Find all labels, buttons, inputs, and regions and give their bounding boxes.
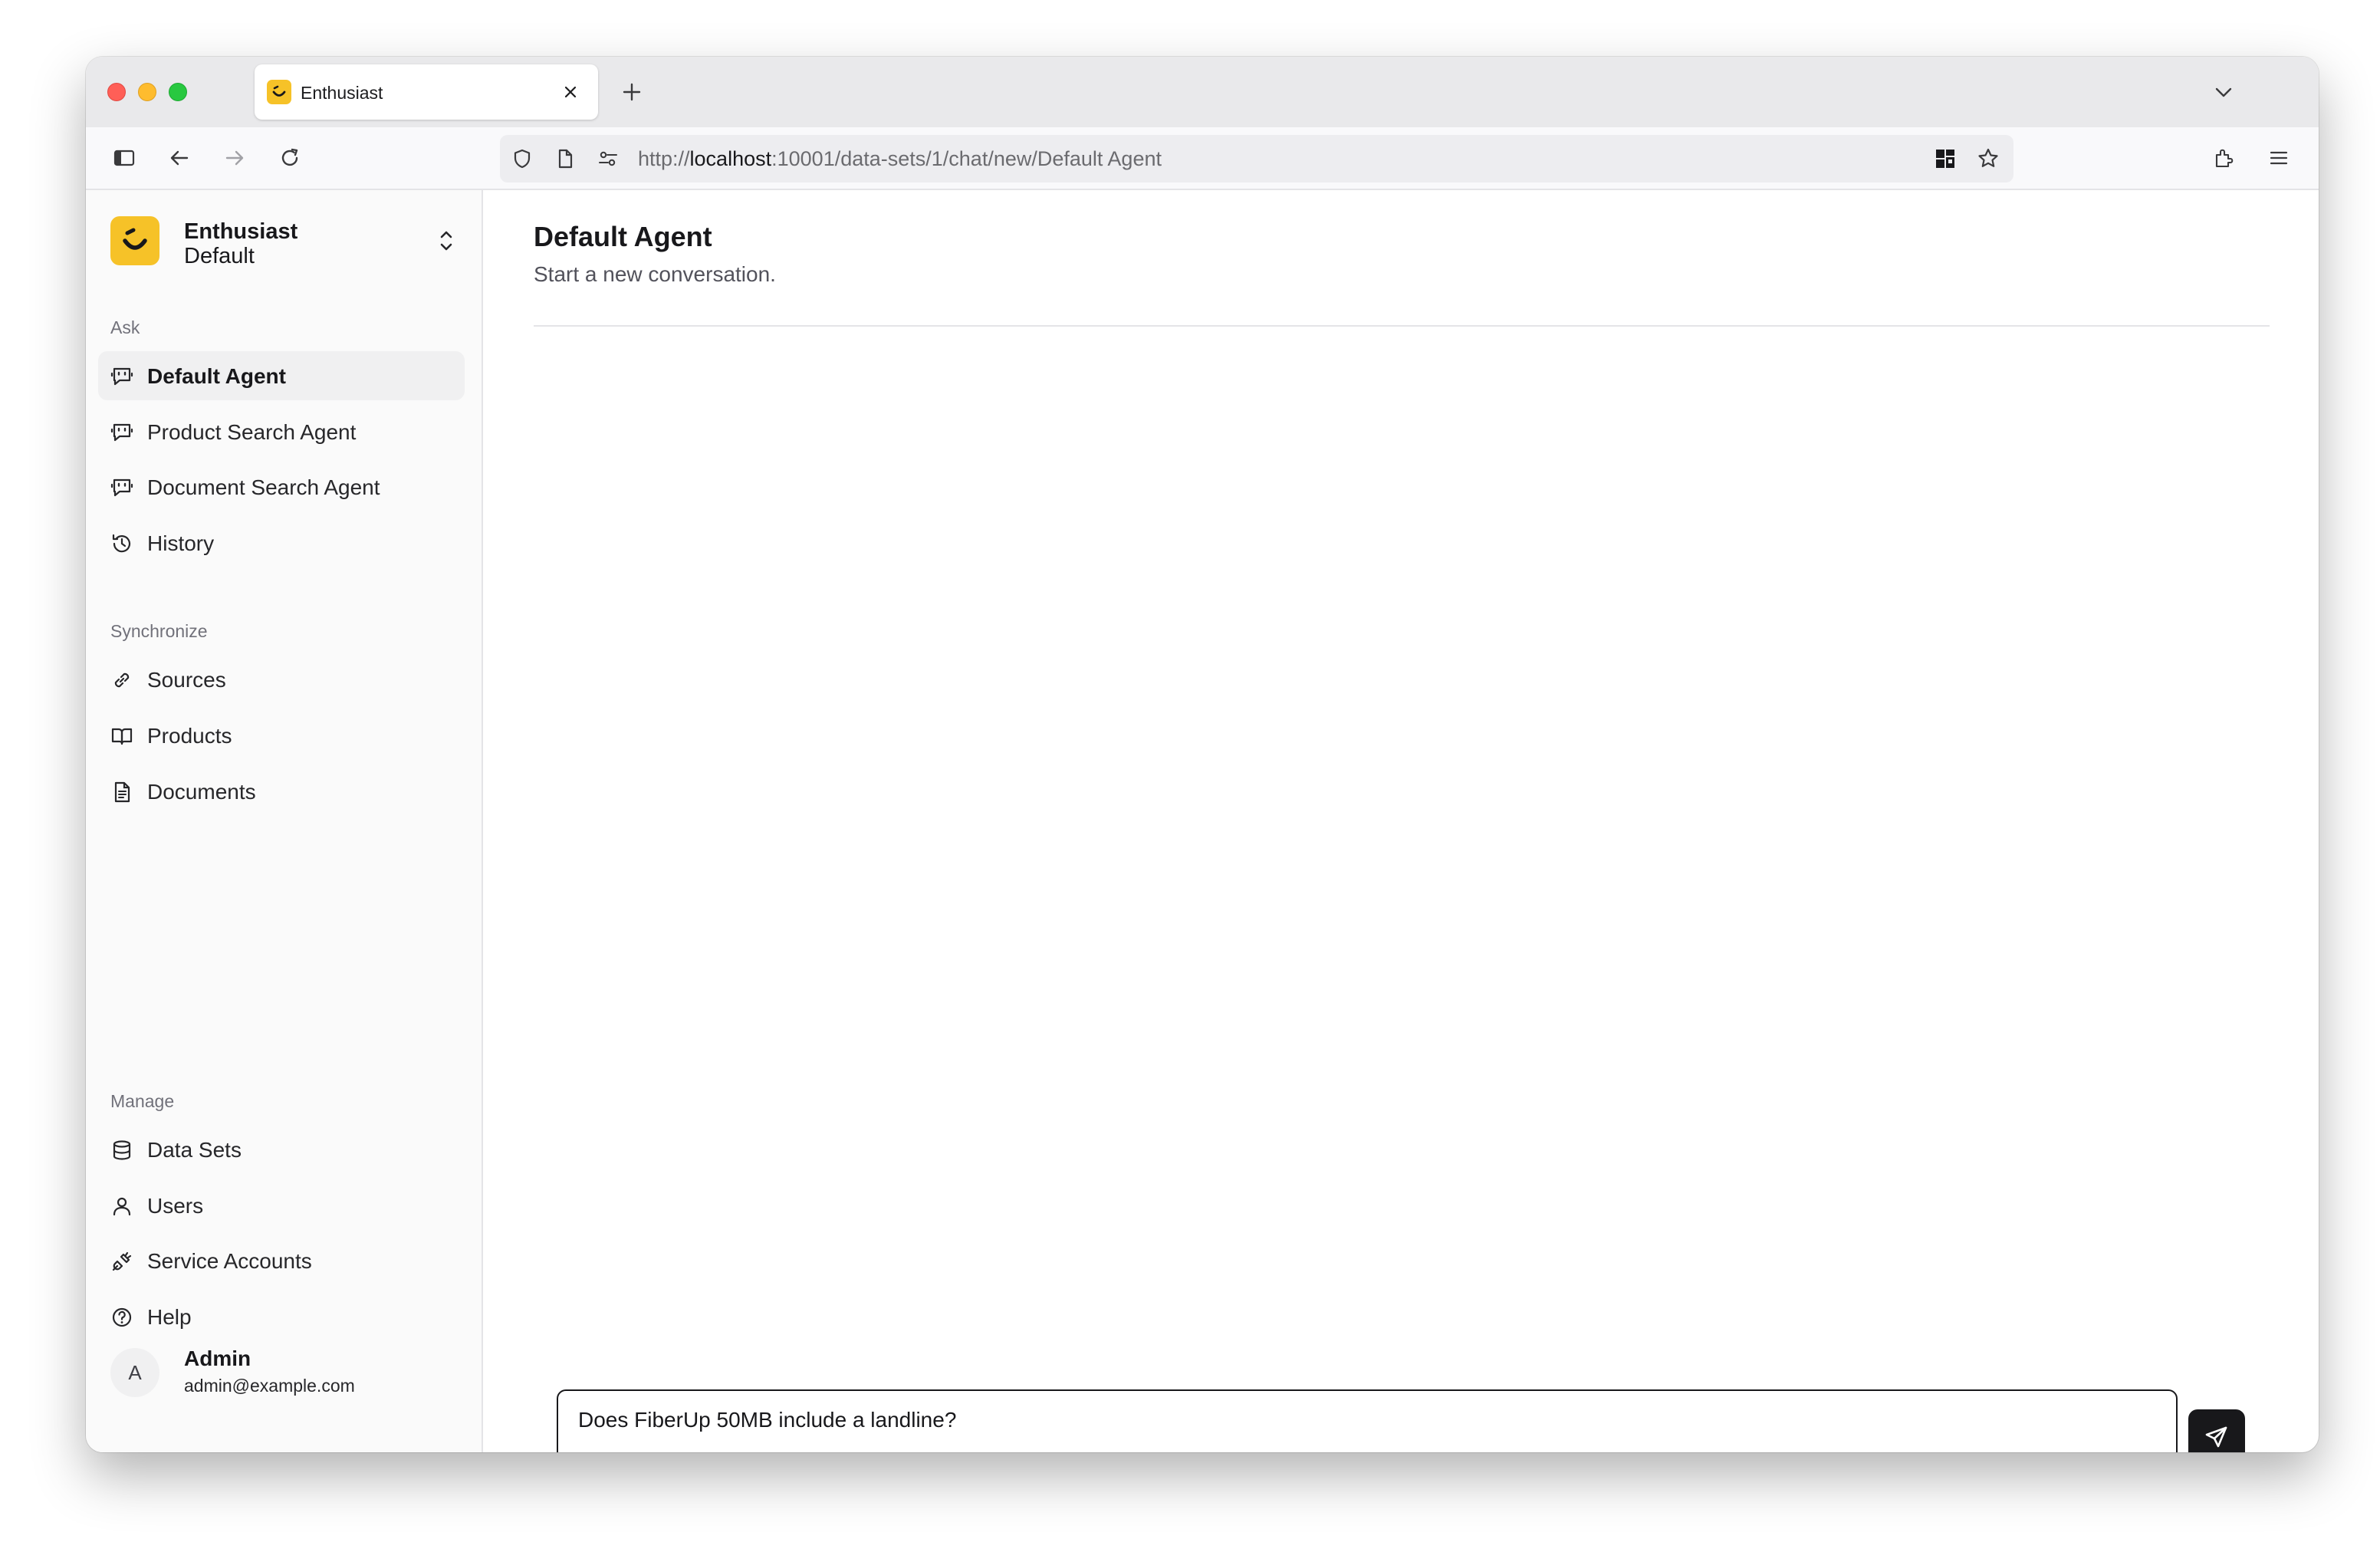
message-input[interactable]: Does FiberUp 50MB include a landline? <box>558 1391 2176 1452</box>
close-window-button[interactable] <box>107 83 126 101</box>
bookmark-star-icon[interactable] <box>1974 144 2003 173</box>
history-icon <box>110 532 133 555</box>
qr-code-icon[interactable] <box>1931 144 1960 173</box>
reload-icon[interactable] <box>270 138 310 178</box>
main-content: Default Agent Start a new conversation. … <box>483 190 2319 1452</box>
chevrons-up-down-icon <box>431 225 462 256</box>
app-root: Enthusiast Default Ask Default Agent Pro… <box>86 190 2319 1452</box>
sidebar: Enthusiast Default Ask Default Agent Pro… <box>86 190 483 1452</box>
send-icon <box>2205 1426 2227 1448</box>
enthusiast-logo-icon <box>110 216 159 265</box>
back-arrow-icon[interactable] <box>159 138 199 178</box>
sidebar-item-label: History <box>147 531 215 555</box>
sidebar-item-label: Product Search Agent <box>147 420 357 444</box>
favicon-icon <box>267 80 291 104</box>
sidebar-item-products[interactable]: Products <box>98 711 465 760</box>
browser-tab[interactable]: Enthusiast <box>255 64 598 120</box>
document-icon <box>110 781 133 804</box>
url-path: :10001/data-sets/1/chat/new/Default Agen… <box>771 147 1162 170</box>
message-composer[interactable]: Does FiberUp 50MB include a landline? <box>557 1389 2178 1452</box>
org-name: Enthusiast <box>184 219 298 244</box>
permissions-icon[interactable] <box>593 144 623 173</box>
group-label-manage: Manage <box>110 1091 175 1111</box>
tab-list-chevron-icon[interactable] <box>2205 74 2242 110</box>
sidebar-item-document-search-agent[interactable]: Document Search Agent <box>98 462 465 511</box>
group-label-ask: Ask <box>110 317 140 337</box>
bot-message-icon <box>110 476 133 499</box>
sidebar-item-documents[interactable]: Documents <box>98 767 465 816</box>
sidebar-item-product-search-agent[interactable]: Product Search Agent <box>98 407 465 456</box>
close-tab-icon[interactable] <box>557 78 584 106</box>
sidebar-item-label: Sources <box>147 668 226 692</box>
sidebar-item-label: Users <box>147 1194 204 1218</box>
menu-icon[interactable] <box>2259 138 2299 178</box>
browser-window: Enthusiast http://localhost:10001/data-s… <box>86 57 2319 1452</box>
sidebar-item-label: Document Search Agent <box>147 475 380 499</box>
org-switcher[interactable]: Enthusiast Default <box>98 209 471 273</box>
plug-icon <box>110 1250 133 1273</box>
user-email: admin@example.com <box>184 1376 355 1396</box>
zoom-window-button[interactable] <box>169 83 187 101</box>
page-subtitle: Start a new conversation. <box>534 262 776 286</box>
sidebar-item-history[interactable]: History <box>98 518 465 567</box>
sidebar-item-label: Documents <box>147 780 256 804</box>
sidebar-item-default-agent[interactable]: Default Agent <box>98 351 465 400</box>
group-label-synchronize: Synchronize <box>110 621 208 641</box>
sidebar-item-sources[interactable]: Sources <box>98 655 465 704</box>
tab-strip: Enthusiast <box>86 57 2319 127</box>
browser-toolbar: http://localhost:10001/data-sets/1/chat/… <box>86 127 2319 190</box>
header-divider <box>534 325 2270 327</box>
bot-message-icon <box>110 421 133 444</box>
sidebar-item-users[interactable]: Users <box>98 1181 465 1230</box>
sidebar-item-label: Default Agent <box>147 364 286 388</box>
forward-arrow-icon[interactable] <box>215 138 255 178</box>
user-menu[interactable]: A Admin admin@example.com <box>98 1339 471 1403</box>
bot-message-icon <box>110 365 133 388</box>
avatar: A <box>110 1348 159 1397</box>
tab-title: Enthusiast <box>301 83 383 103</box>
page-icon[interactable] <box>551 144 580 173</box>
url-host: localhost <box>689 147 772 170</box>
user-name: Admin <box>184 1346 251 1370</box>
minimize-window-button[interactable] <box>138 83 156 101</box>
extensions-icon[interactable] <box>2204 138 2244 178</box>
book-icon <box>110 725 133 748</box>
sidebar-item-label: Data Sets <box>147 1138 242 1162</box>
link-icon <box>110 669 133 692</box>
page-title: Default Agent <box>534 221 712 252</box>
help-circle-icon <box>110 1306 133 1329</box>
sidebar-toggle-icon[interactable] <box>104 138 144 178</box>
sidebar-item-label: Service Accounts <box>147 1249 312 1273</box>
address-bar[interactable]: http://localhost:10001/data-sets/1/chat/… <box>500 135 2013 182</box>
sidebar-item-label: Products <box>147 724 232 748</box>
sidebar-item-help[interactable]: Help <box>98 1292 465 1341</box>
data-set-name: Default <box>184 244 255 268</box>
new-tab-icon[interactable] <box>613 74 650 110</box>
user-icon <box>110 1195 133 1218</box>
url-text[interactable]: http://localhost:10001/data-sets/1/chat/… <box>638 147 1162 171</box>
sidebar-item-data-sets[interactable]: Data Sets <box>98 1125 465 1174</box>
shield-icon[interactable] <box>508 144 537 173</box>
url-scheme: http:// <box>638 147 690 170</box>
sidebar-item-label: Help <box>147 1305 192 1329</box>
database-icon <box>110 1139 133 1162</box>
sidebar-item-service-accounts[interactable]: Service Accounts <box>98 1236 465 1285</box>
send-button[interactable] <box>2188 1409 2245 1452</box>
